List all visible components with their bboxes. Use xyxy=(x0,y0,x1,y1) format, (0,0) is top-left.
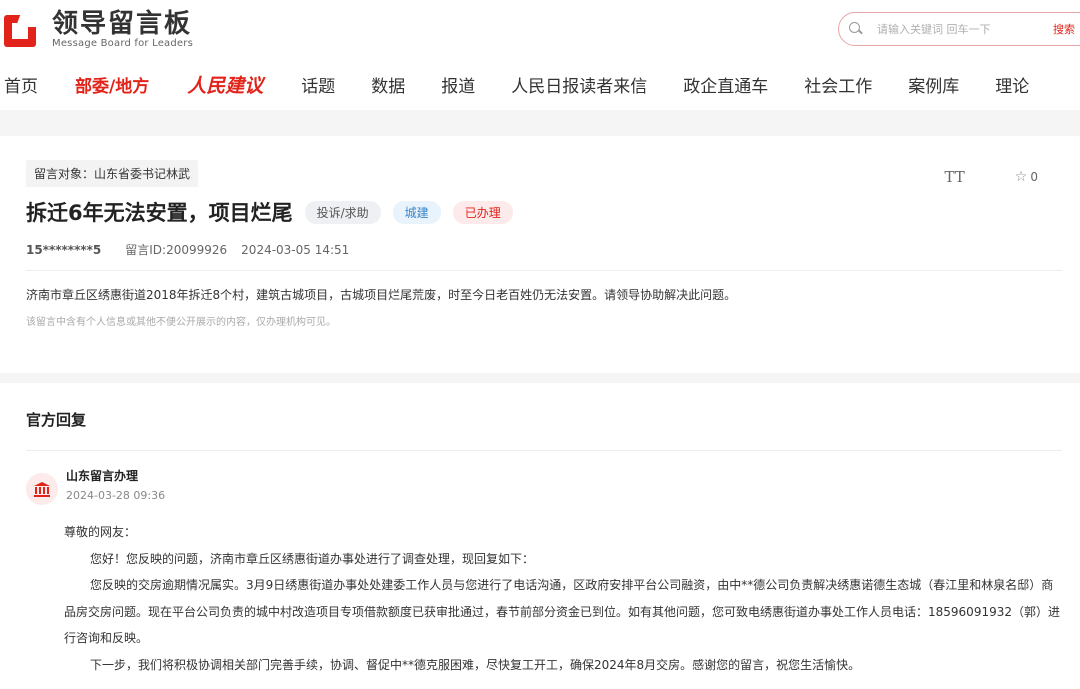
nav-reader-letters[interactable]: 人民日报读者来信 xyxy=(511,72,647,97)
search-icon xyxy=(849,22,863,36)
reply-heading: 官方回复 xyxy=(26,409,1062,451)
site-logo[interactable]: 领导留言板 Message Board for Leaders xyxy=(4,10,193,50)
site-header: 领导留言板 Message Board for Leaders 搜索 首页 部委… xyxy=(0,0,1080,110)
nav-reports[interactable]: 报道 xyxy=(441,72,475,97)
reply-greeting: 尊敬的网友： xyxy=(64,525,137,539)
message-time: 2024-03-05 14:51 xyxy=(241,242,350,257)
star-icon: ☆ xyxy=(1014,169,1028,185)
message-target: 留言对象：山东省委书记林武 xyxy=(26,160,199,187)
replier: 山东留言办理 2024-03-28 09:36 xyxy=(26,467,1054,505)
favorite-count: 0 xyxy=(1030,170,1038,184)
status-badge: 已办理 xyxy=(452,200,513,224)
nav-enterprise-express[interactable]: 政企直通车 xyxy=(683,72,768,97)
search-box: 搜索 xyxy=(838,12,1080,46)
favorite-button[interactable]: ☆ 0 xyxy=(1015,169,1038,185)
field-tag[interactable]: 城建 xyxy=(392,200,441,224)
message-meta: 15********5 留言ID:20099926 2024-03-05 14:… xyxy=(26,241,1062,271)
message-id: 留言ID:20099926 xyxy=(125,243,228,257)
reply-body: 尊敬的网友： 您好！您反映的问题，济南市章丘区绣惠街道办事处进行了调查处理，现回… xyxy=(64,519,1064,678)
message-tools: TT ☆ 0 xyxy=(945,168,1039,186)
nav-theory[interactable]: 理论 xyxy=(995,72,1029,97)
nav-case-library[interactable]: 案例库 xyxy=(908,72,959,97)
privacy-note: 该留言中含有个人信息或其他不便公开展示的内容，仅办理机构可见。 xyxy=(26,317,336,328)
nav-topics[interactable]: 话题 xyxy=(301,72,335,97)
official-reply: 官方回复 山东留言办理 2024-03-28 09:36 尊敬的网友： 您好！您… xyxy=(0,383,1080,678)
section-divider xyxy=(0,373,1080,383)
logo-title: 领导留言板 xyxy=(52,9,193,39)
reply-paragraph: 下一步，我们将积极协调相关部门完善手续，协调、督促中**德克服困难，尽快复工开工… xyxy=(90,657,861,672)
message-card: 留言对象：山东省委书记林武 TT ☆ 0 拆迁6年无法安置，项目烂尾 投诉/求助… xyxy=(0,136,1080,374)
message-user: 15********5 xyxy=(26,242,102,257)
nav-social-work[interactable]: 社会工作 xyxy=(804,72,872,97)
reply-paragraph: 您反映的交房逾期情况属实。3月9日绣惠街道办事处处建委工作人员与您进行了电话沟通… xyxy=(64,578,1060,645)
logo-subtitle: Message Board for Leaders xyxy=(52,38,194,49)
logo-mark-icon xyxy=(4,11,42,49)
message-content: 济南市章丘区绣惠街道2018年拆迁8个村，建筑古城项目，古城项目烂尾荒废，时至今… xyxy=(26,288,737,302)
reply-paragraph: 您好！您反映的问题，济南市章丘区绣惠街道办事处进行了调查处理，现回复如下： xyxy=(90,551,535,566)
category-tag[interactable]: 投诉/求助 xyxy=(304,200,381,224)
replier-name: 山东留言办理 xyxy=(66,469,139,483)
nav-data[interactable]: 数据 xyxy=(371,72,405,97)
message-title: 拆迁6年无法安置，项目烂尾 xyxy=(26,201,293,225)
reply-time: 2024-03-28 09:36 xyxy=(66,489,166,502)
nav-ministries-local[interactable]: 部委/地方 xyxy=(75,72,149,97)
nav-home[interactable]: 首页 xyxy=(4,72,38,97)
search-button[interactable]: 搜索 xyxy=(1053,21,1075,37)
nav-people-suggestions[interactable]: 人民建议 xyxy=(187,71,263,98)
font-size-icon[interactable]: TT xyxy=(945,168,965,186)
government-building-icon xyxy=(26,473,58,505)
section-divider xyxy=(0,110,1080,136)
main-nav: 首页 部委/地方 人民建议 话题 数据 报道 人民日报读者来信 政企直通车 社会… xyxy=(0,66,1029,102)
search-input[interactable] xyxy=(877,22,1037,36)
